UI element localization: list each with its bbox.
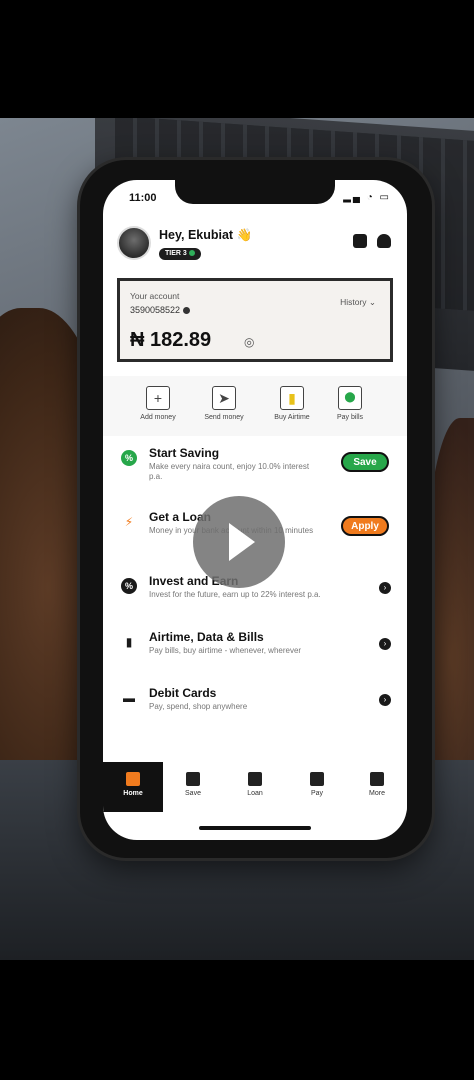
list-item-subtitle: Make every naira count, enjoy 10.0% inte…	[149, 462, 310, 481]
support-icon[interactable]	[353, 234, 367, 248]
bottom-tab-bar: Home Save Loan Pay More	[103, 762, 407, 812]
buy-airtime-label: Buy Airtime	[274, 414, 310, 421]
chevron-right-icon: ›	[379, 694, 391, 706]
tab-label: Save	[185, 790, 201, 797]
status-time: 11:00	[129, 192, 157, 204]
wallet-icon	[310, 772, 324, 786]
savings-icon: %	[121, 450, 137, 466]
list-item-start-saving[interactable]: % Start Saving Make every naira count, e…	[103, 438, 407, 496]
send-money-label: Send money	[204, 414, 244, 421]
history-button[interactable]: History ⌄	[340, 297, 376, 308]
send-icon: ➤	[212, 386, 236, 410]
hide-balance-icon[interactable]: ◎	[244, 335, 254, 349]
save-button[interactable]: Save	[341, 452, 389, 472]
save-icon	[186, 772, 200, 786]
tab-label: Home	[123, 790, 143, 797]
add-money-label: Add money	[140, 414, 176, 421]
loan-icon	[248, 772, 262, 786]
tab-more[interactable]: More	[347, 762, 407, 812]
invest-icon: %	[121, 578, 137, 594]
account-label: Your account	[130, 291, 180, 301]
account-number-text: 3590058522	[130, 305, 181, 315]
notification-icon[interactable]	[377, 234, 391, 248]
pay-bills-label: Pay bills	[336, 414, 364, 421]
tab-label: Pay	[310, 790, 324, 797]
tab-loan[interactable]: Loan	[225, 762, 285, 812]
copy-icon[interactable]	[183, 307, 191, 315]
apply-button[interactable]: Apply	[341, 516, 389, 536]
list-item-title: Debit Cards	[149, 686, 217, 700]
balance-amount: ₦ 182.89	[130, 329, 212, 351]
add-money-button[interactable]: + Add money	[125, 386, 191, 421]
phone-icon: ▮	[280, 386, 304, 410]
tab-save[interactable]: Save	[163, 762, 223, 812]
tier-check-icon	[188, 250, 195, 257]
greeting-text: Hey, Ekubiat 👋	[159, 228, 253, 242]
send-money-button[interactable]: ➤ Send money	[191, 386, 257, 421]
buy-airtime-button[interactable]: ▮ Buy Airtime	[259, 386, 325, 421]
tab-home[interactable]: Home	[103, 762, 163, 812]
tier-label: TIER 3	[165, 250, 187, 257]
chevron-right-icon: ›	[379, 582, 391, 594]
quick-actions: + Add money ➤ Send money ▮ Buy Airtime ⬤…	[103, 376, 407, 436]
account-card: Your account 3590058522 History ⌄ ₦ 182.…	[117, 278, 393, 362]
phone-icon: ▮	[121, 634, 137, 650]
list-item-title: Start Saving	[149, 446, 220, 460]
card-icon: ▬	[121, 690, 137, 706]
location-icon: ⬤	[338, 386, 362, 410]
pay-bills-button[interactable]: ⬤ Pay bills	[317, 386, 383, 421]
account-number[interactable]: 3590058522	[130, 305, 191, 315]
home-indicator[interactable]	[199, 826, 311, 830]
list-item-subtitle: Invest for the future, earn up to 22% in…	[149, 590, 321, 599]
list-item-subtitle: Pay bills, buy airtime - whenever, where…	[149, 646, 302, 655]
app-header: Hey, Ekubiat 👋 TIER 3	[103, 220, 407, 274]
tab-label: More	[369, 790, 385, 797]
app-screen: 11:00 ▂▄ ◔ ▭ Hey, Ekubiat 👋 TIER 3 Your …	[103, 180, 407, 840]
grid-icon	[370, 772, 384, 786]
chevron-right-icon: ›	[379, 638, 391, 650]
home-icon	[126, 772, 140, 786]
video-play-icon[interactable]	[193, 496, 285, 588]
tab-label: Loan	[247, 790, 263, 797]
lightning-icon: ⚡	[121, 514, 137, 530]
tab-pay[interactable]: Pay	[287, 762, 347, 812]
status-bar: 11:00 ▂▄ ◔ ▭	[103, 180, 407, 220]
signal-wifi-battery-icon: ▂▄ ◔ ▭	[343, 192, 391, 203]
list-item-debit-cards[interactable]: ▬ Debit Cards Pay, spend, shop anywhere …	[103, 678, 407, 736]
notch	[175, 180, 335, 204]
tier-badge: TIER 3	[159, 248, 201, 260]
plus-icon: +	[146, 386, 170, 410]
list-item-subtitle: Pay, spend, shop anywhere	[149, 702, 248, 711]
avatar[interactable]	[117, 226, 151, 260]
list-item-airtime-data-bills[interactable]: ▮ Airtime, Data & Bills Pay bills, buy a…	[103, 622, 407, 680]
list-item-title: Airtime, Data & Bills	[149, 630, 264, 644]
